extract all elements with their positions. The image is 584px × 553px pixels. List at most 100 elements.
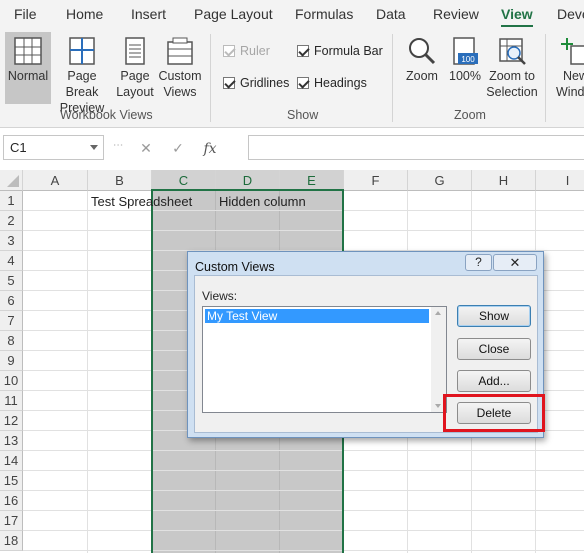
formula-input[interactable] (248, 135, 584, 160)
column-header-d[interactable]: D (216, 170, 280, 191)
formula-bar-checkbox[interactable]: Formula Bar (297, 44, 383, 58)
row-header[interactable]: 4 (0, 251, 23, 271)
row-header[interactable]: 14 (0, 451, 23, 471)
row-header[interactable]: 7 (0, 311, 23, 331)
row-header[interactable]: 8 (0, 331, 23, 351)
workbook-views-group-label: Workbook Views (60, 108, 153, 122)
chevron-down-icon[interactable] (90, 145, 98, 150)
normal-view-button[interactable]: Normal (5, 32, 51, 104)
highlight-box (443, 394, 545, 432)
column-header-g[interactable]: G (408, 170, 472, 191)
list-item[interactable]: My Test View (205, 309, 429, 323)
zoom-button[interactable]: Zoom (401, 32, 443, 104)
custom-views-button[interactable]: Custom Views (157, 32, 203, 104)
views-label: Views: (202, 289, 238, 303)
gridline (87, 191, 88, 553)
row-header[interactable]: 12 (0, 411, 23, 431)
new-window-button[interactable]: New Wind (553, 32, 584, 104)
row-header[interactable]: 13 (0, 431, 23, 451)
row-header[interactable]: 9 (0, 351, 23, 371)
formula-bar-label: Formula Bar (314, 44, 383, 58)
tab-page-layout[interactable]: Page Layout (194, 6, 273, 22)
page-break-icon (69, 37, 95, 65)
enter-icon[interactable]: ✓ (162, 140, 194, 157)
scroll-up-icon[interactable] (435, 311, 441, 315)
custom-views-icon (167, 37, 193, 65)
column-header-h[interactable]: H (472, 170, 536, 191)
row-header[interactable]: 17 (0, 511, 23, 531)
dialog-close-button[interactable]: ✕ (493, 254, 537, 271)
add-button[interactable]: Add... (457, 370, 531, 392)
column-header-f[interactable]: F (344, 170, 408, 191)
row-header[interactable]: 3 (0, 231, 23, 251)
insert-function-icon[interactable]: fx (194, 141, 226, 157)
column-header-a[interactable]: A (23, 170, 88, 191)
select-all-corner[interactable] (0, 170, 23, 191)
ribbon-tabs: File Home Insert Page Layout Formulas Da… (0, 0, 584, 28)
column-header-b[interactable]: B (88, 170, 152, 191)
gridlines-label: Gridlines (240, 76, 290, 90)
views-listbox[interactable]: My Test View (202, 306, 447, 413)
normal-view-icon (14, 37, 42, 65)
close-button[interactable]: Close (457, 338, 531, 360)
zoom-100-button[interactable]: 100 100% (446, 32, 484, 104)
select-all-icon (7, 175, 19, 187)
row-header[interactable]: 11 (0, 391, 23, 411)
zoom-to-selection-button[interactable]: Zoom to Selection (486, 32, 538, 104)
formula-bar-icons: ✕ ✓ fx (130, 140, 226, 157)
tab-formulas[interactable]: Formulas (295, 6, 353, 22)
new-window-label-1: New (563, 69, 584, 83)
zoom-100-icon-text: 100 (461, 55, 475, 64)
headings-checkbox[interactable]: Headings (297, 76, 367, 90)
cell-d1[interactable]: Hidden column (219, 194, 306, 209)
row-header[interactable]: 15 (0, 471, 23, 491)
tab-home[interactable]: Home (66, 6, 103, 22)
zoom-group-label: Zoom (454, 108, 486, 122)
page-break-preview-button[interactable]: Page Break Preview (53, 32, 111, 115)
group-separator (545, 34, 546, 122)
dialog-title: Custom Views (195, 260, 275, 274)
name-box[interactable]: C1 (3, 135, 104, 160)
zoom-label: Zoom (406, 69, 438, 83)
zoom-100-icon: 100 (453, 37, 478, 65)
zoom-selection-icon (499, 38, 526, 65)
page-layout-button[interactable]: Page Layout (113, 32, 157, 104)
tab-review[interactable]: Review (433, 6, 479, 22)
help-icon: ? (475, 255, 482, 269)
row-header[interactable]: 6 (0, 291, 23, 311)
checkbox-box (223, 77, 235, 89)
group-separator (392, 34, 393, 122)
cancel-icon[interactable]: ✕ (130, 140, 162, 157)
row-header[interactable]: 5 (0, 271, 23, 291)
tab-insert[interactable]: Insert (131, 6, 166, 22)
tab-view[interactable]: View (501, 6, 533, 27)
column-header-e[interactable]: E (280, 170, 344, 191)
magnifier-icon (409, 38, 436, 65)
custom-views-label-2: Views (163, 85, 197, 99)
tab-data[interactable]: Data (376, 6, 406, 22)
column-header-i[interactable]: I (536, 170, 584, 191)
gridlines-checkbox[interactable]: Gridlines (223, 76, 289, 90)
row-header[interactable]: 18 (0, 531, 23, 551)
row-header[interactable]: 16 (0, 491, 23, 511)
zoom-selection-label-2: Selection (486, 85, 538, 99)
tab-file[interactable]: File (14, 6, 37, 22)
row-header[interactable]: 2 (0, 211, 23, 231)
ruler-checkbox[interactable]: Ruler (223, 44, 270, 58)
drag-handle-icon[interactable]: ⋮ (112, 140, 123, 151)
scroll-down-icon[interactable] (435, 404, 441, 408)
group-separator (210, 34, 211, 122)
row-header[interactable]: 1 (0, 191, 23, 211)
column-header-c[interactable]: C (152, 170, 216, 191)
page-layout-label-1: Page (120, 69, 150, 83)
show-button[interactable]: Show (457, 305, 531, 327)
page-layout-icon (125, 37, 145, 65)
zoom-selection-label-1: Zoom to (489, 69, 535, 83)
page-layout-label-2: Layout (116, 85, 154, 99)
cell-b1[interactable]: Test Spreadsheet (91, 194, 192, 209)
new-window-label-2: Wind (556, 85, 584, 99)
row-header[interactable]: 10 (0, 371, 23, 391)
help-button[interactable]: ? (465, 254, 492, 271)
checkbox-box (297, 77, 309, 89)
tab-developer[interactable]: Deve (557, 6, 584, 22)
